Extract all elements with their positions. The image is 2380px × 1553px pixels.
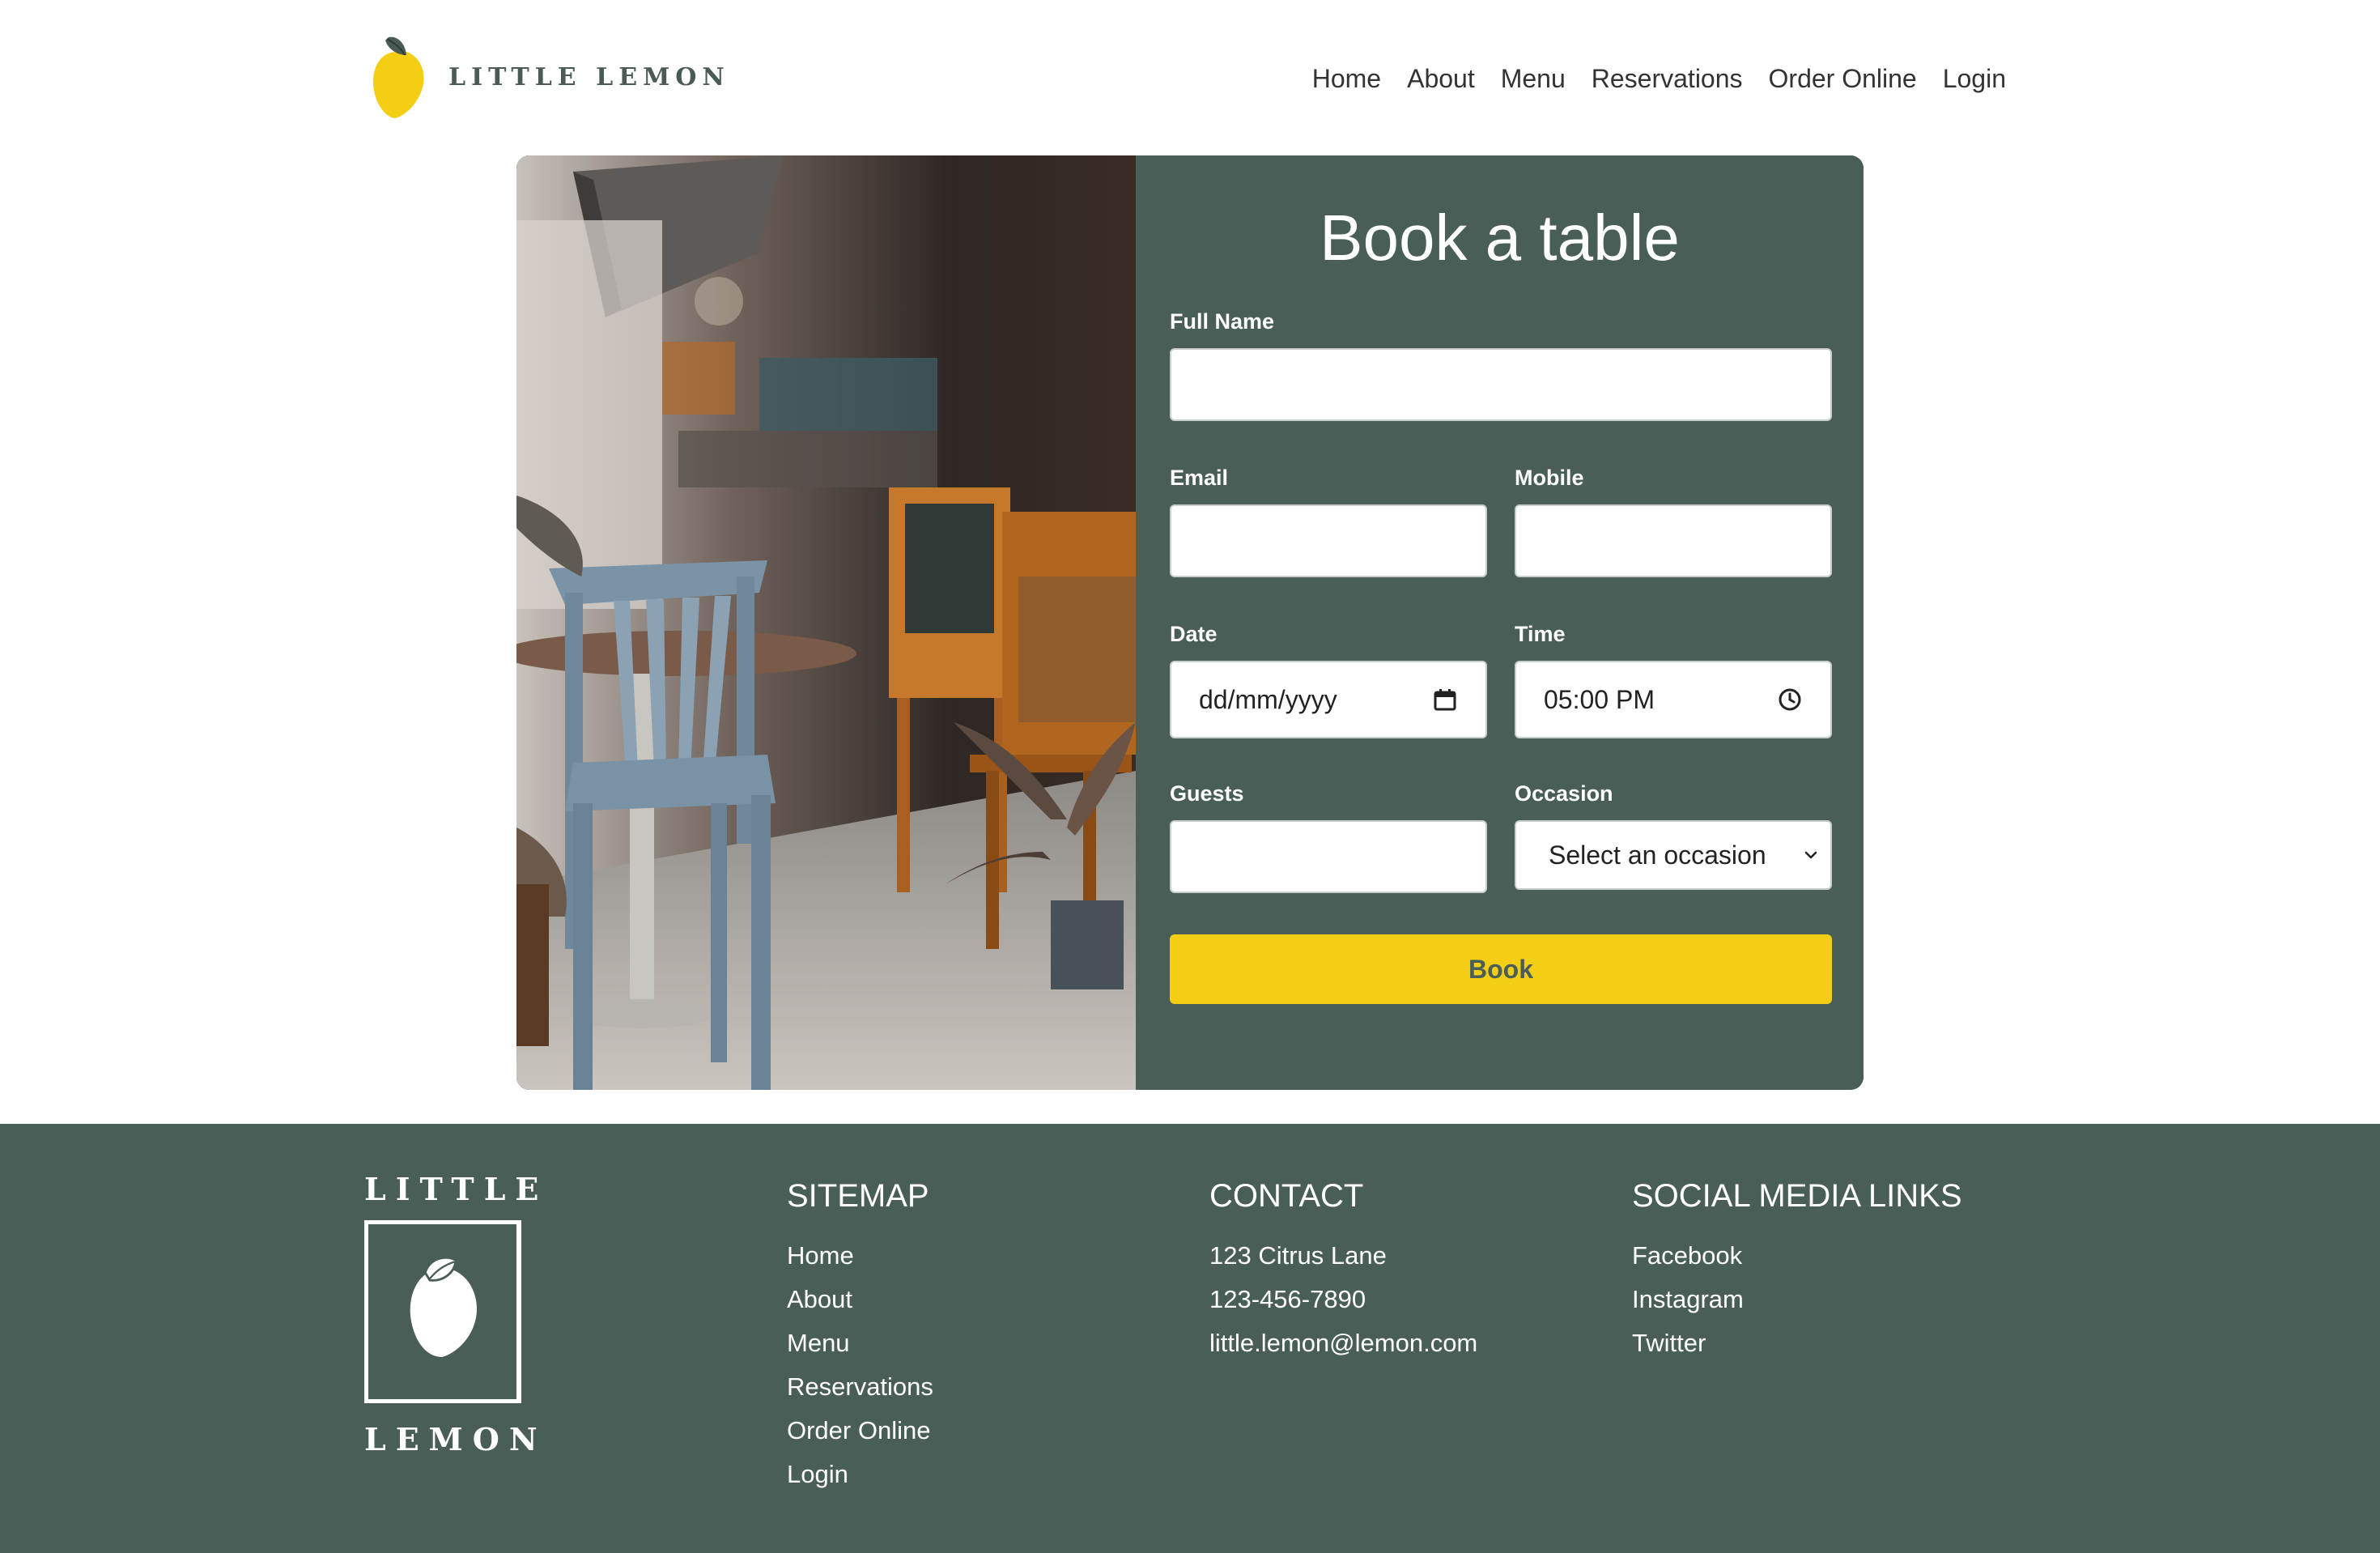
nav-about[interactable]: About xyxy=(1407,58,1475,99)
time-label: Time xyxy=(1515,622,1566,646)
nav-reservations[interactable]: Reservations xyxy=(1592,58,1743,99)
form-title: Book a table xyxy=(1320,202,1680,274)
nav-order-online[interactable]: Order Online xyxy=(1769,58,1917,99)
date-value: dd/mm/yyyy xyxy=(1199,684,1337,714)
footer-link-menu[interactable]: Menu xyxy=(787,1321,933,1365)
calendar-icon[interactable] xyxy=(1432,687,1458,713)
full-name-input[interactable] xyxy=(1170,348,1832,421)
social-link-instagram[interactable]: Instagram xyxy=(1632,1278,1962,1321)
footer-sitemap: SITEMAP Home About Menu Reservations Ord… xyxy=(787,1177,933,1496)
footer-link-reservations[interactable]: Reservations xyxy=(787,1365,933,1409)
contact-heading: CONTACT xyxy=(1209,1178,1364,1214)
booking-card: Book a table Full Name Email Mobile Date… xyxy=(516,155,1864,1090)
footer-logo-bottom: LEMON xyxy=(364,1421,547,1457)
full-name-label: Full Name xyxy=(1170,309,1275,334)
date-label: Date xyxy=(1170,622,1218,646)
nav-home[interactable]: Home xyxy=(1312,58,1381,99)
occasion-select[interactable]: Select an occasion xyxy=(1515,820,1832,890)
occasion-value: Select an occasion xyxy=(1549,840,1766,870)
footer-link-order-online[interactable]: Order Online xyxy=(787,1409,933,1453)
email-label: Email xyxy=(1170,466,1229,490)
social-heading: SOCIAL MEDIA LINKS xyxy=(1632,1178,1962,1214)
site-logo[interactable]: LITTLE LEMON xyxy=(371,34,730,120)
main-nav: Home About Menu Reservations Order Onlin… xyxy=(1312,58,2006,99)
site-footer: LITTLE LEMON SITEMAP Home About Menu Res… xyxy=(0,1124,2380,1553)
occasion-label: Occasion xyxy=(1515,781,1613,806)
site-header: LITTLE LEMON Home About Menu Reservation… xyxy=(0,0,2380,154)
lemon-icon xyxy=(410,1256,477,1357)
guests-input[interactable] xyxy=(1170,820,1487,893)
footer-link-login[interactable]: Login xyxy=(787,1453,933,1496)
logo-text: LITTLE LEMON xyxy=(448,62,730,91)
chevron-down-icon xyxy=(1804,851,1817,859)
time-value: 05:00 PM xyxy=(1544,684,1655,714)
social-link-twitter[interactable]: Twitter xyxy=(1632,1321,1962,1365)
restaurant-photo xyxy=(516,155,1136,1090)
footer-social: SOCIAL MEDIA LINKS Facebook Instagram Tw… xyxy=(1632,1177,1962,1365)
guests-label: Guests xyxy=(1170,781,1244,806)
contact-email[interactable]: little.lemon@lemon.com xyxy=(1209,1321,1477,1365)
book-button[interactable]: Book xyxy=(1170,934,1832,1004)
nav-menu[interactable]: Menu xyxy=(1501,58,1566,99)
sitemap-heading: SITEMAP xyxy=(787,1178,929,1214)
clock-icon[interactable] xyxy=(1777,687,1803,713)
cafe-chairs-image xyxy=(516,155,1136,1090)
date-input[interactable]: dd/mm/yyyy xyxy=(1170,661,1487,738)
booking-form: Book a table Full Name Email Mobile Date… xyxy=(1136,155,1864,1090)
footer-link-about[interactable]: About xyxy=(787,1278,933,1321)
contact-phone[interactable]: 123-456-7890 xyxy=(1209,1278,1477,1321)
footer-logo-box xyxy=(364,1220,521,1403)
social-link-facebook[interactable]: Facebook xyxy=(1632,1234,1962,1278)
mobile-label: Mobile xyxy=(1515,466,1584,490)
contact-address: 123 Citrus Lane xyxy=(1209,1241,1387,1270)
nav-login[interactable]: Login xyxy=(1943,58,2006,99)
footer-contact: CONTACT 123 Citrus Lane 123-456-7890 lit… xyxy=(1209,1177,1477,1365)
time-input[interactable]: 05:00 PM xyxy=(1515,661,1832,738)
email-input[interactable] xyxy=(1170,504,1487,577)
footer-logo[interactable]: LITTLE LEMON xyxy=(364,1171,549,1457)
footer-link-home[interactable]: Home xyxy=(787,1234,933,1278)
lemon-icon xyxy=(373,36,424,118)
footer-logo-top: LITTLE xyxy=(364,1171,549,1207)
mobile-input[interactable] xyxy=(1515,504,1832,577)
